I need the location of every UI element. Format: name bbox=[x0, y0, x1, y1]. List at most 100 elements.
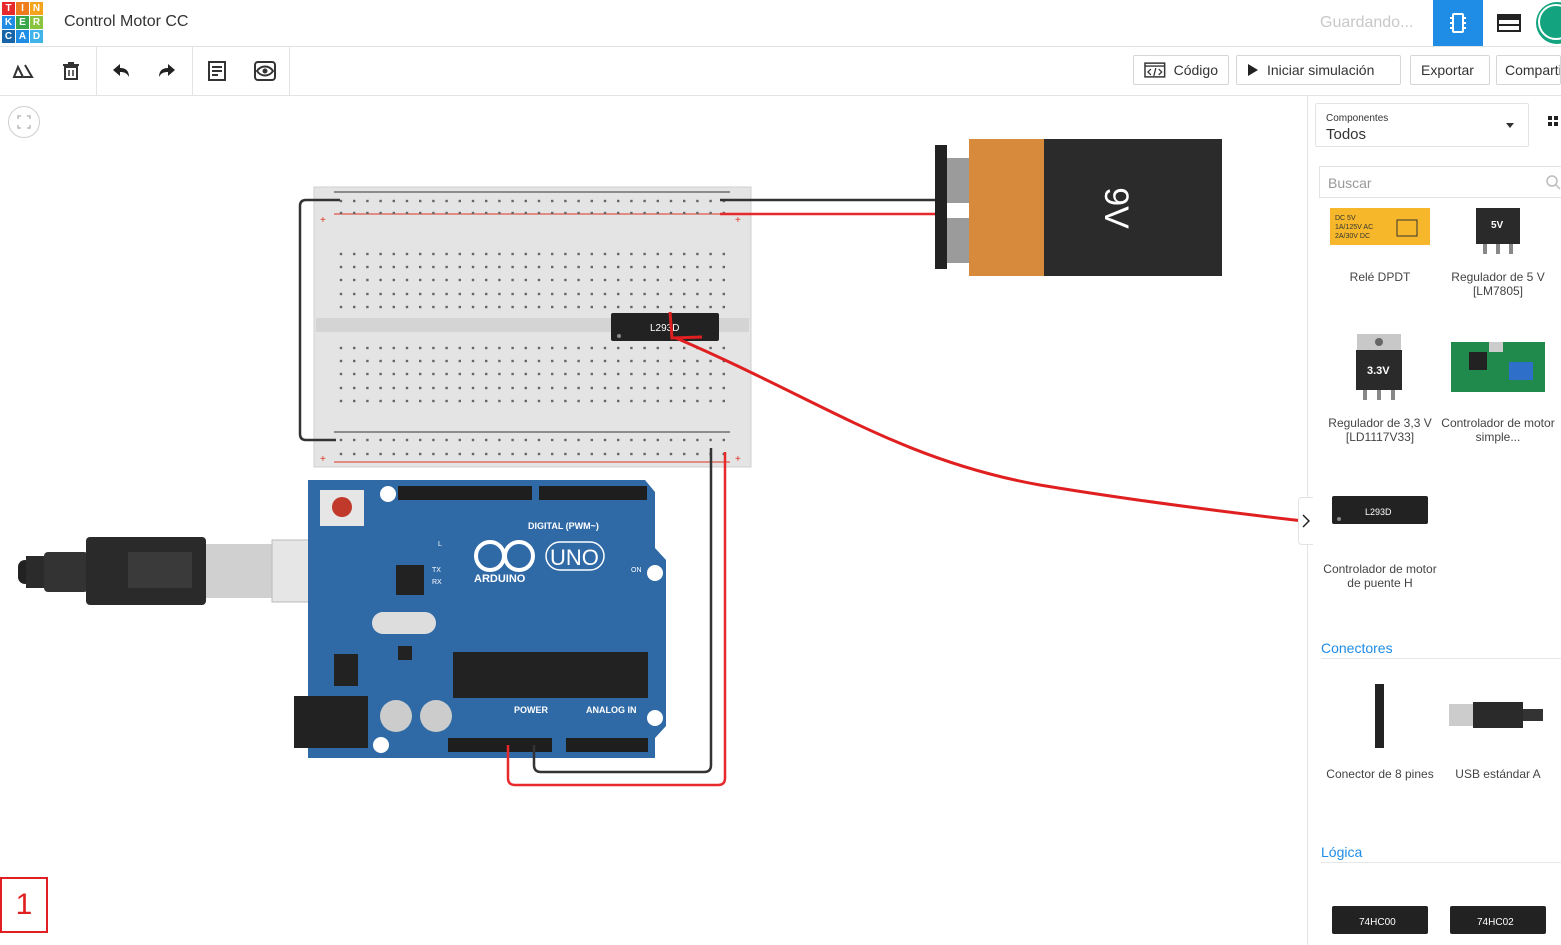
breadboard-hole[interactable] bbox=[603, 265, 607, 269]
breadboard-hole[interactable] bbox=[617, 438, 620, 442]
breadboard-hole[interactable] bbox=[366, 265, 369, 269]
breadboard-hole[interactable] bbox=[471, 359, 475, 363]
breadboard-hole[interactable] bbox=[405, 265, 409, 269]
breadboard-hole[interactable] bbox=[498, 252, 501, 256]
breadboard-hole[interactable] bbox=[590, 346, 593, 350]
breadboard-hole[interactable] bbox=[366, 305, 369, 309]
component-74hc02[interactable]: 74HC02 bbox=[1439, 896, 1557, 945]
breadboard-hole[interactable] bbox=[630, 292, 633, 296]
breadboard-hole[interactable] bbox=[669, 452, 673, 456]
breadboard-hole[interactable] bbox=[669, 386, 673, 390]
breadboard-hole[interactable] bbox=[339, 399, 343, 403]
breadboard-hole[interactable] bbox=[643, 199, 646, 203]
breadboard-hole[interactable] bbox=[564, 305, 567, 309]
breadboard-hole[interactable] bbox=[524, 452, 527, 456]
breadboard-hole[interactable] bbox=[603, 278, 607, 282]
breadboard-hole[interactable] bbox=[656, 211, 659, 215]
breadboard-hole[interactable] bbox=[458, 252, 461, 256]
breadboard-hole[interactable] bbox=[551, 452, 554, 456]
breadboard-hole[interactable] bbox=[630, 438, 633, 442]
breadboard-hole[interactable] bbox=[683, 305, 686, 309]
code-button[interactable]: Código bbox=[1133, 55, 1229, 85]
breadboard-hole[interactable] bbox=[656, 438, 659, 442]
breadboard-hole[interactable] bbox=[419, 305, 422, 309]
breadboard-hole[interactable] bbox=[458, 346, 461, 350]
breadboard-hole[interactable] bbox=[656, 399, 659, 403]
circuit-canvas[interactable]: + + + + L293D 9V ARDUINO UNO DIGITAL (PW… bbox=[0, 96, 1307, 945]
breadboard-hole[interactable] bbox=[643, 211, 646, 215]
breadboard-hole[interactable] bbox=[485, 359, 488, 363]
breadboard-hole[interactable] bbox=[683, 278, 686, 282]
breadboard-hole[interactable] bbox=[551, 211, 554, 215]
breadboard-hole[interactable] bbox=[405, 346, 409, 350]
breadboard-hole[interactable] bbox=[617, 372, 620, 376]
breadboard-hole[interactable] bbox=[432, 438, 435, 442]
breadboard-hole[interactable] bbox=[537, 211, 541, 215]
redo-button[interactable] bbox=[144, 47, 190, 95]
breadboard-hole[interactable] bbox=[551, 278, 554, 282]
breadboard-hole[interactable] bbox=[392, 359, 395, 363]
breadboard-hole[interactable] bbox=[366, 399, 369, 403]
breadboard-hole[interactable] bbox=[392, 211, 395, 215]
breadboard-hole[interactable] bbox=[339, 438, 343, 442]
breadboard-hole[interactable] bbox=[564, 386, 567, 390]
breadboard-hole[interactable] bbox=[630, 252, 633, 256]
breadboard-hole[interactable] bbox=[511, 452, 514, 456]
breadboard-hole[interactable] bbox=[392, 292, 395, 296]
breadboard-hole[interactable] bbox=[537, 372, 541, 376]
breadboard-hole[interactable] bbox=[485, 265, 488, 269]
breadboard-hole[interactable] bbox=[709, 399, 712, 403]
breadboard-hole[interactable] bbox=[669, 278, 673, 282]
breadboard-hole[interactable] bbox=[577, 438, 580, 442]
breadboard-hole[interactable] bbox=[603, 346, 607, 350]
breadboard-hole[interactable] bbox=[458, 399, 461, 403]
breadboard-hole[interactable] bbox=[630, 359, 633, 363]
component-74hc00[interactable]: 74HC00 bbox=[1321, 896, 1439, 945]
breadboard-hole[interactable] bbox=[603, 292, 607, 296]
breadboard-hole[interactable] bbox=[392, 278, 395, 282]
start-simulation-button[interactable]: Iniciar simulación bbox=[1236, 55, 1401, 85]
breadboard-hole[interactable] bbox=[709, 292, 712, 296]
breadboard-hole[interactable] bbox=[669, 372, 673, 376]
breadboard-hole[interactable] bbox=[511, 305, 514, 309]
breadboard-hole[interactable] bbox=[630, 399, 633, 403]
breadboard-hole[interactable] bbox=[603, 372, 607, 376]
breadboard-hole[interactable] bbox=[709, 252, 712, 256]
breadboard-hole[interactable] bbox=[419, 199, 422, 203]
breadboard-hole[interactable] bbox=[722, 265, 725, 269]
breadboard-hole[interactable] bbox=[458, 438, 461, 442]
breadboard-hole[interactable] bbox=[537, 452, 541, 456]
tinkercad-logo[interactable]: T I N K E R C A D bbox=[2, 2, 44, 44]
breadboard-hole[interactable] bbox=[485, 292, 488, 296]
breadboard-hole[interactable] bbox=[405, 386, 409, 390]
breadboard-hole[interactable] bbox=[551, 346, 554, 350]
breadboard-hole[interactable] bbox=[511, 199, 514, 203]
breadboard-hole[interactable] bbox=[630, 346, 633, 350]
breadboard-hole[interactable] bbox=[498, 372, 501, 376]
breadboard-hole[interactable] bbox=[603, 305, 607, 309]
breadboard-hole[interactable] bbox=[709, 265, 712, 269]
breadboard-hole[interactable] bbox=[432, 278, 435, 282]
breadboard-hole[interactable] bbox=[471, 438, 475, 442]
breadboard-hole[interactable] bbox=[498, 265, 501, 269]
breadboard-hole[interactable] bbox=[339, 292, 343, 296]
breadboard-hole[interactable] bbox=[537, 438, 541, 442]
breadboard-hole[interactable] bbox=[696, 386, 699, 390]
breadboard-hole[interactable] bbox=[339, 199, 343, 203]
breadboard-hole[interactable] bbox=[656, 359, 659, 363]
component-regulator-5v[interactable]: 5V Regulador de 5 V [LM7805] bbox=[1439, 206, 1557, 316]
breadboard-hole[interactable] bbox=[590, 372, 593, 376]
breadboard-hole[interactable] bbox=[709, 211, 712, 215]
breadboard-hole[interactable] bbox=[551, 386, 554, 390]
breadboard-hole[interactable] bbox=[696, 292, 699, 296]
breadboard-hole[interactable] bbox=[722, 372, 725, 376]
breadboard-hole[interactable] bbox=[722, 438, 725, 442]
component-relay-dpdt[interactable]: DC 5V 1A/125V AC 2A/30V DC Relé DPDT bbox=[1321, 206, 1439, 316]
breadboard-hole[interactable] bbox=[722, 278, 725, 282]
breadboard-hole[interactable] bbox=[445, 278, 448, 282]
breadboard-hole[interactable] bbox=[683, 199, 686, 203]
breadboard-hole[interactable] bbox=[339, 346, 343, 350]
breadboard-hole[interactable] bbox=[366, 438, 369, 442]
breadboard-hole[interactable] bbox=[511, 211, 514, 215]
breadboard-hole[interactable] bbox=[405, 199, 409, 203]
